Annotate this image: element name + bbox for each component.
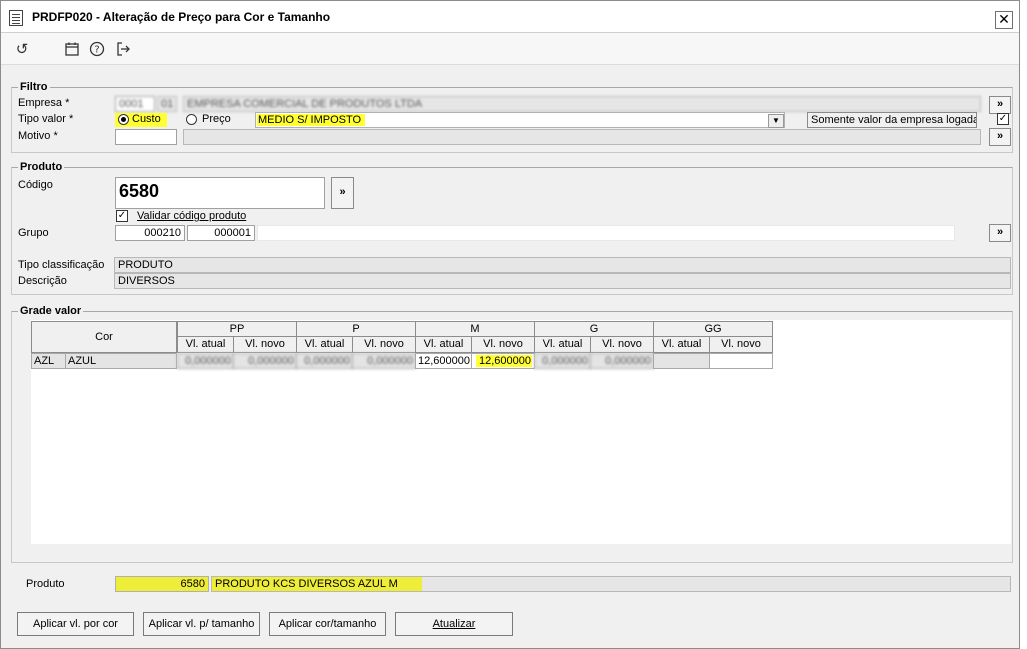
empresa-name-field: EMPRESA COMERCIAL DE PRODUTOS LTDA — [183, 96, 981, 112]
size-header-pp: PP — [177, 321, 297, 337]
motivo-code-input[interactable] — [115, 129, 177, 145]
grupo-input-1[interactable]: 000210 — [115, 225, 185, 241]
produto-summary-desc-field: PRODUTO KCS DIVERSOS AZUL M — [211, 576, 1011, 592]
empresa-filial-field: 01 — [157, 96, 177, 112]
produto-summary-code: 6580 — [115, 576, 209, 592]
descricao-field: DIVERSOS — [114, 273, 1011, 289]
tipo-valor-select[interactable]: MEDIO S/ IMPOSTO — [255, 112, 785, 128]
tipo-classificacao-label: Tipo classificação — [18, 259, 105, 271]
g-atual-cell[interactable]: 0,000000 — [534, 353, 591, 369]
codigo-label: Código — [18, 179, 53, 191]
help-icon[interactable]: ? — [88, 41, 106, 59]
g-atual-header: Vl. atual — [534, 336, 591, 353]
grade-valor-legend: Grade valor — [20, 305, 82, 317]
pp-novo-header: Vl. novo — [233, 336, 297, 353]
motivo-search-button[interactable]: » — [989, 128, 1011, 146]
size-header-gg: GG — [653, 321, 773, 337]
cor-name-cell[interactable]: AZUL — [65, 353, 177, 369]
p-atual-header: Vl. atual — [296, 336, 353, 353]
aplicar-por-cor-button[interactable]: Aplicar vl. por cor — [17, 612, 134, 636]
validar-codigo-checkbox[interactable]: ✓ — [116, 210, 128, 222]
m-atual-cell[interactable]: 12,600000 — [415, 353, 472, 369]
tipo-valor-label: Tipo valor * — [18, 113, 74, 125]
p-atual-cell[interactable]: 0,000000 — [296, 353, 353, 369]
m-novo-header: Vl. novo — [471, 336, 535, 353]
produto-summary-desc: PRODUTO KCS DIVERSOS AZUL M — [212, 577, 422, 591]
close-button[interactable]: ✕ — [995, 11, 1013, 29]
produto-legend: Produto — [20, 161, 63, 173]
gg-atual-cell[interactable] — [653, 353, 710, 369]
size-header-g: G — [534, 321, 654, 337]
p-novo-header: Vl. novo — [352, 336, 416, 353]
g-novo-header: Vl. novo — [590, 336, 654, 353]
atualizar-button[interactable]: Atualizar — [395, 612, 513, 636]
cor-column-header: Cor — [31, 321, 177, 353]
pp-atual-cell[interactable]: 0,000000 — [177, 353, 234, 369]
custo-label: Custo — [132, 113, 161, 125]
calendar-icon[interactable] — [63, 41, 81, 59]
title-bar: PRDFP020 - Alteração de Preço para Cor e… — [1, 1, 1019, 33]
close-icon: ✕ — [998, 11, 1010, 27]
m-novo-cell[interactable]: 12,600000 — [471, 353, 535, 369]
aplicar-cor-tamanho-button[interactable]: Aplicar cor/tamanho — [269, 612, 386, 636]
grupo-label: Grupo — [18, 227, 49, 239]
size-header-p: P — [296, 321, 416, 337]
p-novo-cell[interactable]: 0,000000 — [352, 353, 416, 369]
main-window: PRDFP020 - Alteração de Preço para Cor e… — [0, 0, 1020, 649]
chevron-down-icon[interactable]: ▼ — [768, 114, 784, 128]
descricao-label: Descrição — [18, 275, 67, 287]
motivo-desc-field — [183, 129, 981, 145]
empresa-label: Empresa * — [18, 97, 70, 109]
aplicar-por-tamanho-button[interactable]: Aplicar vl. p/ tamanho — [143, 612, 260, 636]
custo-radio[interactable] — [118, 114, 129, 125]
gg-atual-header: Vl. atual — [653, 336, 710, 353]
refresh-icon[interactable]: ↺ — [13, 41, 31, 59]
codigo-search-button[interactable]: » — [331, 177, 354, 209]
grupo-input-2[interactable]: 000001 — [187, 225, 255, 241]
size-header-m: M — [415, 321, 535, 337]
grupo-search-button[interactable]: » — [989, 224, 1011, 242]
tipo-classificacao-field: PRODUTO — [114, 257, 1011, 273]
g-novo-cell[interactable]: 0,000000 — [590, 353, 654, 369]
codigo-input[interactable]: 6580 — [115, 177, 325, 209]
window-title: PRDFP020 - Alteração de Preço para Cor e… — [32, 10, 331, 24]
filtro-legend: Filtro — [20, 81, 48, 93]
somente-empresa-button[interactable]: Somente valor da empresa logada — [807, 112, 977, 128]
form-document-icon — [9, 10, 23, 26]
pp-novo-cell[interactable]: 0,000000 — [233, 353, 297, 369]
preco-radio[interactable] — [186, 114, 197, 125]
cor-code-cell[interactable]: AZL — [31, 353, 66, 369]
m-atual-header: Vl. atual — [415, 336, 472, 353]
empresa-code-input[interactable]: 0001 — [115, 96, 155, 112]
empresa-search-button[interactable]: » — [989, 96, 1011, 114]
pp-atual-header: Vl. atual — [177, 336, 234, 353]
somente-empresa-checkbox[interactable]: ✓ — [997, 113, 1009, 125]
svg-text:?: ? — [94, 45, 99, 56]
validar-codigo-label: Validar código produto — [137, 210, 247, 222]
toolbar: ↺ ? — [1, 33, 1019, 65]
produto-summary-label: Produto — [26, 578, 65, 590]
preco-label: Preço — [202, 113, 231, 125]
exit-icon[interactable] — [114, 41, 132, 59]
grupo-desc-field — [257, 225, 955, 241]
gg-novo-cell[interactable] — [709, 353, 773, 369]
motivo-label: Motivo * — [18, 130, 58, 142]
gg-novo-header: Vl. novo — [709, 336, 773, 353]
